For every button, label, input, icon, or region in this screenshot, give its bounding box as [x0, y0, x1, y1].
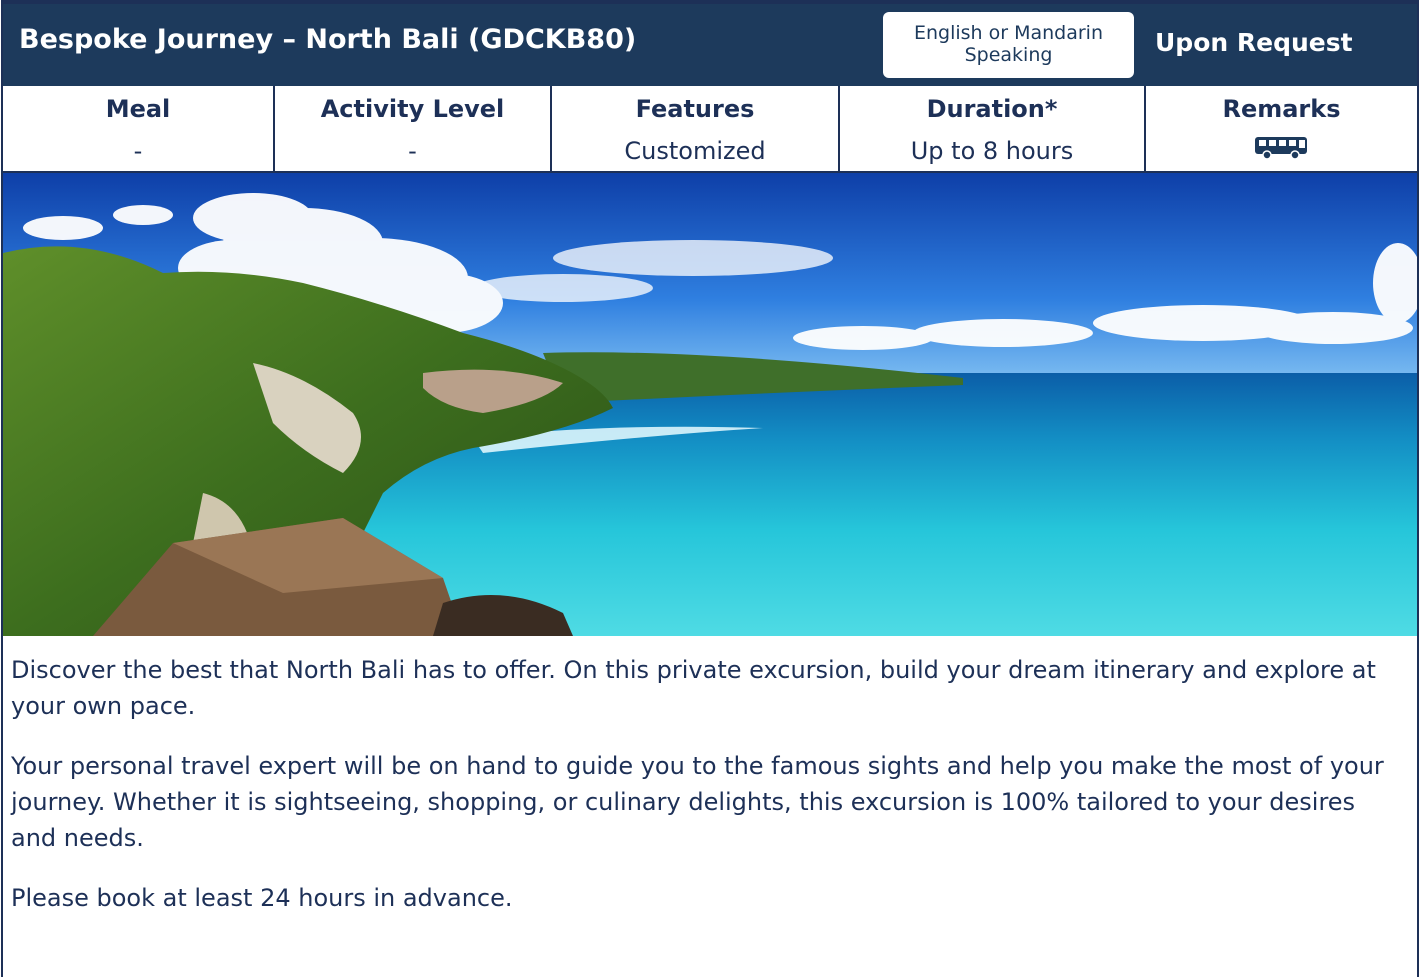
meal-label: Meal — [105, 95, 171, 123]
north-bali-coastline-photo — [3, 173, 1417, 636]
duration-cell: Duration* Up to 8 hours — [840, 86, 1146, 171]
info-table: Meal - Activity Level - Features Customi… — [3, 86, 1417, 173]
availability-label: Upon Request — [1155, 28, 1353, 57]
coach-bus-icon — [1254, 137, 1307, 160]
language-line-2: Speaking — [964, 44, 1053, 66]
coastline-illustration — [3, 173, 1417, 636]
description-paragraph-1: Discover the best that North Bali has to… — [11, 656, 1376, 720]
features-value: Customized — [624, 137, 766, 165]
meal-cell: Meal - — [3, 86, 275, 171]
duration-value: Up to 8 hours — [910, 137, 1074, 165]
remarks-label: Remarks — [1222, 95, 1341, 123]
activity-level-label: Activity Level — [320, 95, 505, 123]
description-paragraph-2: Your personal travel expert will be on h… — [11, 752, 1384, 852]
excursion-title: Bespoke Journey – North Bali (GDCKB80) — [19, 24, 637, 55]
features-label: Features — [635, 95, 755, 123]
remarks-cell: Remarks — [1146, 86, 1417, 171]
description-paragraph-3: Please book at least 24 hours in advance… — [11, 884, 513, 912]
excursion-header: Bespoke Journey – North Bali (GDCKB80) E… — [3, 0, 1417, 86]
activity-level-cell: Activity Level - — [275, 86, 552, 171]
language-line-1: English or Mandarin — [913, 22, 1104, 44]
excursion-page: Bespoke Journey – North Bali (GDCKB80) E… — [1, 0, 1419, 977]
duration-label: Duration* — [926, 95, 1058, 123]
features-cell: Features Customized — [552, 86, 840, 171]
meal-value: - — [133, 137, 143, 165]
activity-level-value: - — [408, 137, 417, 165]
language-badge: English or Mandarin Speaking — [883, 12, 1134, 78]
excursion-description: Discover the best that North Bali has to… — [11, 652, 1406, 940]
